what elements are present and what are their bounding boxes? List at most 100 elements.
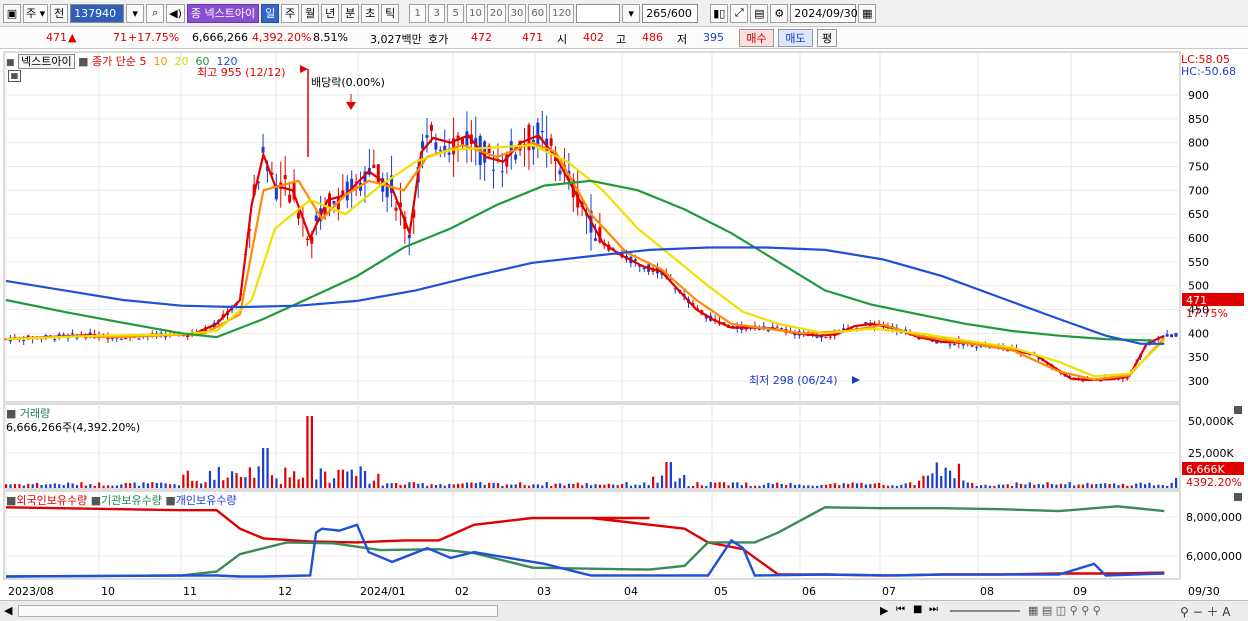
interval-input[interactable] [576, 3, 621, 23]
volume-bar [940, 476, 943, 488]
legend-ma-label[interactable]: 종가 단순 [92, 55, 136, 68]
search-icon[interactable]: ⌕ [146, 3, 165, 23]
candle-body [119, 338, 123, 340]
tab-tick[interactable]: 틱 [381, 3, 400, 23]
interval-30[interactable]: 30 [507, 3, 527, 23]
chart-window-icon[interactable]: ▣ [3, 3, 21, 23]
first-page-icon[interactable]: ⏮ [896, 604, 905, 615]
sell-button[interactable]: 매도 [778, 29, 813, 47]
volume-bar [758, 485, 761, 488]
save-icon[interactable]: ▤ [750, 3, 769, 23]
stock-tag: 종 [190, 7, 202, 20]
last-page-icon[interactable]: ⏭ [929, 604, 938, 615]
volume-bar [510, 484, 513, 488]
speaker-icon[interactable]: ◀) [166, 3, 185, 23]
volume-bar [647, 485, 650, 488]
code-dropdown-icon[interactable]: ▾ [126, 3, 145, 23]
volume-bar [195, 481, 198, 488]
volume-bar [89, 484, 92, 488]
volume-bar [527, 485, 531, 488]
tab-year[interactable]: 년 [321, 3, 340, 23]
chart-scrollbar[interactable]: ◀ ▶ ⏮ ■ ⏭ ▦ ▤ ◫ ⚲ ⚲ ⚲ ⚲ − ＋ A [0, 600, 1248, 621]
legend-foreign[interactable]: 외국인보유수량 [16, 494, 87, 507]
price-change: 71 [113, 31, 127, 44]
volume-bar [102, 485, 105, 488]
count-input[interactable]: 265/600 [642, 3, 699, 23]
chart-area[interactable]: 900 850 800 750 700 650 600 550 500 450 400 350 300 5… [0, 49, 1248, 600]
volume-bar [1175, 478, 1178, 488]
candle-body [288, 194, 292, 203]
zoom-tools-icon[interactable]: ▦ ▤ ◫ ⚲ ⚲ ⚲ [1028, 604, 1101, 617]
volume-bar [935, 462, 938, 488]
holding-panel-close-icon[interactable] [1234, 493, 1242, 501]
stop-icon[interactable]: ■ [913, 604, 922, 615]
volume-bar [638, 485, 641, 488]
candle-body [948, 344, 952, 346]
panel-table-icon[interactable]: ▦ [8, 70, 21, 82]
interval-10[interactable]: 10 [466, 3, 485, 23]
open-label: 시 [557, 33, 568, 46]
candle-body [815, 336, 819, 338]
x-tick-label: 03 [537, 585, 551, 598]
zoom-controls-icon[interactable]: ⚲ − ＋ A [1180, 603, 1231, 620]
tab-second[interactable]: 초 [361, 3, 380, 23]
low-price: 395 [703, 31, 724, 44]
tab-month[interactable]: 월 [301, 3, 320, 23]
candle-body [434, 142, 438, 150]
period-select[interactable]: 주 ▾ [23, 3, 49, 23]
scroll-left-icon[interactable]: ◀ [4, 604, 12, 617]
interval-120[interactable]: 120 [549, 3, 575, 23]
tab-day[interactable]: 일 [261, 3, 280, 23]
volume-bar [430, 484, 433, 488]
volume-bar [18, 484, 21, 488]
interval-1[interactable]: 1 [409, 3, 427, 23]
legend-stock-name[interactable]: 넥스트아이 [18, 54, 75, 69]
volume-bar [829, 483, 832, 488]
tab-minute[interactable]: 분 [341, 3, 360, 23]
volume-bar [598, 484, 602, 488]
candle-body [500, 171, 504, 173]
candle-body [70, 333, 74, 335]
avg-button[interactable]: 평 [817, 29, 837, 47]
volume-bar [802, 485, 805, 488]
y-tick-label: 550 [1188, 256, 1209, 269]
volume-bar [403, 484, 407, 488]
volume-bar [678, 478, 681, 488]
volume-bar [1148, 482, 1151, 488]
draw-tool-icon[interactable]: ⤢ [730, 3, 749, 23]
scroll-thumb[interactable] [18, 605, 498, 617]
volume-bar [997, 484, 1000, 488]
interval-5[interactable]: 5 [447, 3, 465, 23]
legend-square-icon-2: ■ [78, 55, 89, 68]
interval-60[interactable]: 60 [528, 3, 548, 23]
hc-label: HC:-50.68 [1181, 65, 1236, 78]
interval-3[interactable]: 3 [428, 3, 446, 23]
gear-icon[interactable]: ⚙ [770, 3, 789, 23]
interval-20[interactable]: 20 [486, 3, 506, 23]
volume-bar [443, 485, 446, 488]
legend-individual[interactable]: 개인보유수량 [176, 494, 237, 507]
tab-week[interactable]: 주 [281, 3, 300, 23]
stock-name-button[interactable]: 종 넥스트아이 [186, 3, 260, 23]
scroll-right-icon[interactable]: ▶ [880, 604, 888, 617]
prev-button[interactable]: 전 [50, 3, 69, 23]
volume-bar [656, 482, 659, 488]
interval-dropdown-icon[interactable]: ▾ [622, 3, 641, 23]
legend-institution[interactable]: 기관보유수량 [101, 494, 162, 507]
x-tick-label: 2024/01 [360, 585, 406, 598]
stock-chart-svg[interactable]: 9008508007507006506005505004504003503005… [0, 49, 1248, 600]
volume-bar [1170, 482, 1173, 488]
volume-bar [208, 470, 212, 488]
y-tick-label: 350 [1188, 351, 1209, 364]
volume-bar [266, 448, 269, 488]
candle-icon[interactable]: ▮▯ [710, 3, 729, 23]
current-change-tag: 17.75% [1186, 307, 1228, 320]
stock-code-input[interactable]: 137940 [70, 3, 125, 23]
date-input[interactable]: 2024/09/30 [790, 3, 858, 23]
count-total: /600 [667, 6, 692, 20]
calendar-icon[interactable]: ▦ [858, 3, 877, 23]
buy-button[interactable]: 매수 [739, 29, 774, 47]
volume-panel-close-icon[interactable] [1234, 406, 1242, 414]
zoom-slider-track[interactable] [950, 610, 1020, 612]
legend-ma5: 5 [139, 55, 147, 68]
